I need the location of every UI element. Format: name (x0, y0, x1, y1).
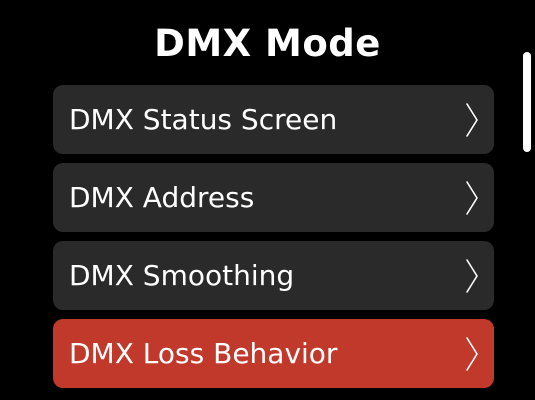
menu-list: DMX Status Screen DMX Address DMX Smooth… (53, 85, 494, 397)
menu-item-label: DMX Address (69, 180, 255, 214)
menu-item-label: DMX Smoothing (69, 258, 295, 292)
chevron-right-icon (466, 102, 478, 137)
chevron-right-icon (466, 336, 478, 371)
chevron-right-icon (466, 180, 478, 215)
menu-item-dmx-smoothing[interactable]: DMX Smoothing (53, 241, 494, 310)
menu-item-dmx-status-screen[interactable]: DMX Status Screen (53, 85, 494, 154)
menu-item-dmx-address[interactable]: DMX Address (53, 163, 494, 232)
menu-item-label: DMX Status Screen (69, 102, 338, 136)
page-title: DMX Mode (154, 22, 381, 65)
menu-item-label: DMX Loss Behavior (69, 336, 338, 370)
scrollbar-thumb[interactable] (523, 52, 531, 152)
chevron-right-icon (466, 258, 478, 293)
menu-item-dmx-loss-behavior[interactable]: DMX Loss Behavior (53, 319, 494, 388)
